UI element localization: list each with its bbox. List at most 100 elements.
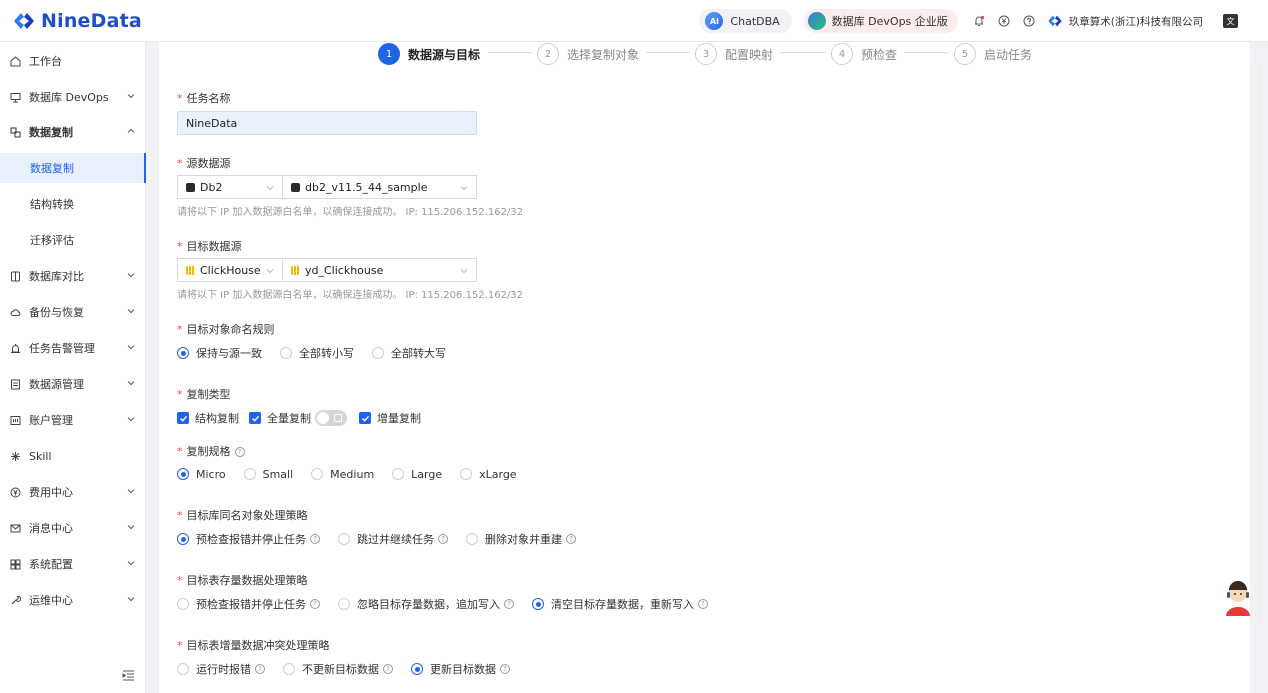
sidebar-item-label: 系统配置	[29, 558, 73, 571]
spec-large-radio[interactable]: Large	[392, 468, 442, 481]
grid-icon	[9, 558, 21, 570]
sidebar-item-label: 任务告警管理	[29, 342, 95, 355]
source-type-select[interactable]: Db2	[177, 175, 283, 199]
step-4[interactable]: 4 预检查	[831, 43, 897, 65]
step-3[interactable]: 3 配置映射	[695, 43, 774, 65]
conflict-error-radio[interactable]: 运行时报错?	[177, 661, 265, 677]
conflict-no-update-radio[interactable]: 不更新目标数据?	[283, 661, 393, 677]
language-icon[interactable]: 文	[1223, 14, 1238, 28]
chevron-down-icon	[266, 269, 274, 274]
spec-medium-radio[interactable]: Medium	[311, 468, 374, 481]
chevron-down-icon	[127, 94, 135, 99]
target-instance-select[interactable]: yd_Clickhouse	[282, 258, 477, 282]
same-name-precheck-radio[interactable]: 预检查报错并停止任务?	[177, 531, 320, 547]
conflict-policy-label: * 目标表增量数据冲突处理策略	[177, 639, 330, 652]
copy-type-group: 结构复制 全量复制 增量复制	[177, 410, 431, 426]
logo-text: NineData	[41, 9, 142, 32]
mail-icon	[9, 522, 21, 534]
help-icon[interactable]	[1022, 14, 1036, 28]
help-icon[interactable]: ?	[566, 534, 576, 544]
sidebar-item-label: 消息中心	[29, 522, 73, 535]
naming-upper-radio[interactable]: 全部转大写	[372, 345, 446, 361]
company-switcher[interactable]: 玖章算术(浙江)科技有限公司	[1047, 14, 1203, 29]
chatdba-label: ChatDBA	[730, 14, 780, 28]
source-type-value: Db2	[200, 180, 223, 194]
help-icon[interactable]: ?	[310, 534, 320, 544]
step-1[interactable]: 1 数据源与目标	[378, 43, 480, 65]
sidebar-subitem-schema-conversion[interactable]: 结构转换	[0, 189, 146, 219]
sidebar-item-messages[interactable]: 消息中心	[0, 513, 146, 543]
sidebar-subitem-replication[interactable]: 数据复制	[0, 153, 146, 183]
step-5[interactable]: 5 启动任务	[954, 43, 1032, 65]
step-number: 3	[695, 43, 717, 65]
help-icon[interactable]: ?	[438, 534, 448, 544]
devops-edition-badge[interactable]: 数据库 DevOps 企业版	[803, 9, 958, 33]
help-icon[interactable]: ?	[310, 599, 320, 609]
step-label: 配置映射	[725, 47, 774, 62]
chevron-down-icon	[127, 417, 135, 422]
sidebar-item-skill[interactable]: Skill	[0, 441, 146, 471]
company-name: 玖章算术(浙江)科技有限公司	[1068, 15, 1203, 28]
chatdba-button[interactable]: AI ChatDBA	[699, 9, 792, 33]
sidebar-item-devops[interactable]: 数据库 DevOps	[0, 82, 146, 112]
full-copy-schedule-toggle[interactable]	[315, 410, 347, 426]
ninedata-logo[interactable]: NineData	[12, 10, 142, 32]
help-icon[interactable]: ?	[500, 664, 510, 674]
target-ip-hint: 请将以下 IP 加入数据源白名单，以确保连接成功。 IP: 115.206.15…	[177, 290, 524, 301]
currency-icon[interactable]	[997, 14, 1011, 28]
sidebar-item-label: 迁移评估	[30, 234, 74, 247]
naming-rule-group: 保持与源一致 全部转小写 全部转大写	[177, 345, 464, 361]
help-icon[interactable]: ?	[698, 599, 708, 609]
task-name-input[interactable]: NineData	[177, 111, 477, 135]
sidebar-item-datasource[interactable]: 数据源管理	[0, 369, 146, 399]
copy-spec-label: * 复制规格?	[177, 443, 245, 459]
sidebar-item-accounts[interactable]: 账户管理	[0, 405, 146, 435]
existing-append-radio[interactable]: 忽略目标存量数据，追加写入?	[338, 596, 514, 612]
source-datasource-label: * 源数据源	[177, 157, 231, 170]
sidebar-item-label: 数据库对比	[29, 270, 84, 283]
home-icon	[9, 55, 21, 67]
spec-xlarge-radio[interactable]: xLarge	[460, 468, 517, 481]
target-instance-value: yd_Clickhouse	[305, 263, 384, 277]
naming-keep-radio[interactable]: 保持与源一致	[177, 345, 262, 361]
sidebar-item-label: 结构转换	[30, 198, 74, 211]
naming-lower-radio[interactable]: 全部转小写	[280, 345, 354, 361]
existing-precheck-radio[interactable]: 预检查报错并停止任务?	[177, 596, 320, 612]
step-number: 1	[378, 43, 400, 65]
full-copy-checkbox[interactable]: 全量复制	[249, 410, 311, 426]
help-icon[interactable]: ?	[234, 447, 245, 457]
existing-truncate-radio[interactable]: 清空目标存量数据，重新写入?	[532, 596, 708, 612]
sidebar-item-backup[interactable]: 备份与恢复	[0, 297, 146, 327]
spec-micro-radio[interactable]: Micro	[177, 468, 226, 481]
conflict-update-radio[interactable]: 更新目标数据?	[411, 661, 510, 677]
sidebar-item-workbench[interactable]: 工作台	[0, 46, 146, 76]
source-instance-value: db2_v11.5_44_sample	[305, 180, 428, 194]
help-icon[interactable]: ?	[383, 664, 393, 674]
customer-support-icon[interactable]	[1222, 580, 1254, 618]
same-name-rebuild-radio[interactable]: 删除对象并重建?	[466, 531, 576, 547]
step-2[interactable]: 2 选择复制对象	[537, 43, 639, 65]
help-icon[interactable]: ?	[504, 599, 514, 609]
sidebar-item-alerts[interactable]: 任务告警管理	[0, 333, 146, 363]
sidebar-item-billing[interactable]: 费用中心	[0, 477, 146, 507]
source-instance-select[interactable]: db2_v11.5_44_sample	[282, 175, 477, 199]
incremental-copy-checkbox[interactable]: 增量复制	[359, 410, 421, 426]
help-icon[interactable]: ?	[255, 664, 265, 674]
chevron-down-icon	[127, 489, 135, 494]
target-type-select[interactable]: ClickHouse	[177, 258, 283, 282]
target-type-value: ClickHouse	[200, 263, 261, 277]
sidebar-item-replication[interactable]: 数据复制	[0, 117, 146, 147]
same-name-skip-radio[interactable]: 跳过并继续任务?	[338, 531, 448, 547]
sidebar-item-ops-center[interactable]: 运维中心	[0, 585, 146, 615]
chevron-down-icon	[460, 186, 468, 191]
vertical-scrollbar[interactable]	[1257, 60, 1263, 630]
collapse-sidebar-icon[interactable]	[122, 670, 135, 681]
structure-copy-checkbox[interactable]: 结构复制	[177, 410, 239, 426]
notification-bell-icon[interactable]	[972, 14, 986, 28]
sidebar-subitem-migration-assessment[interactable]: 迁移评估	[0, 225, 146, 255]
spec-small-radio[interactable]: Small	[243, 468, 293, 481]
step-connector	[780, 52, 826, 53]
sidebar-item-system-config[interactable]: 系统配置	[0, 549, 146, 579]
sidebar-item-label: 工作台	[29, 55, 62, 68]
sidebar-item-db-compare[interactable]: 数据库对比	[0, 261, 146, 291]
